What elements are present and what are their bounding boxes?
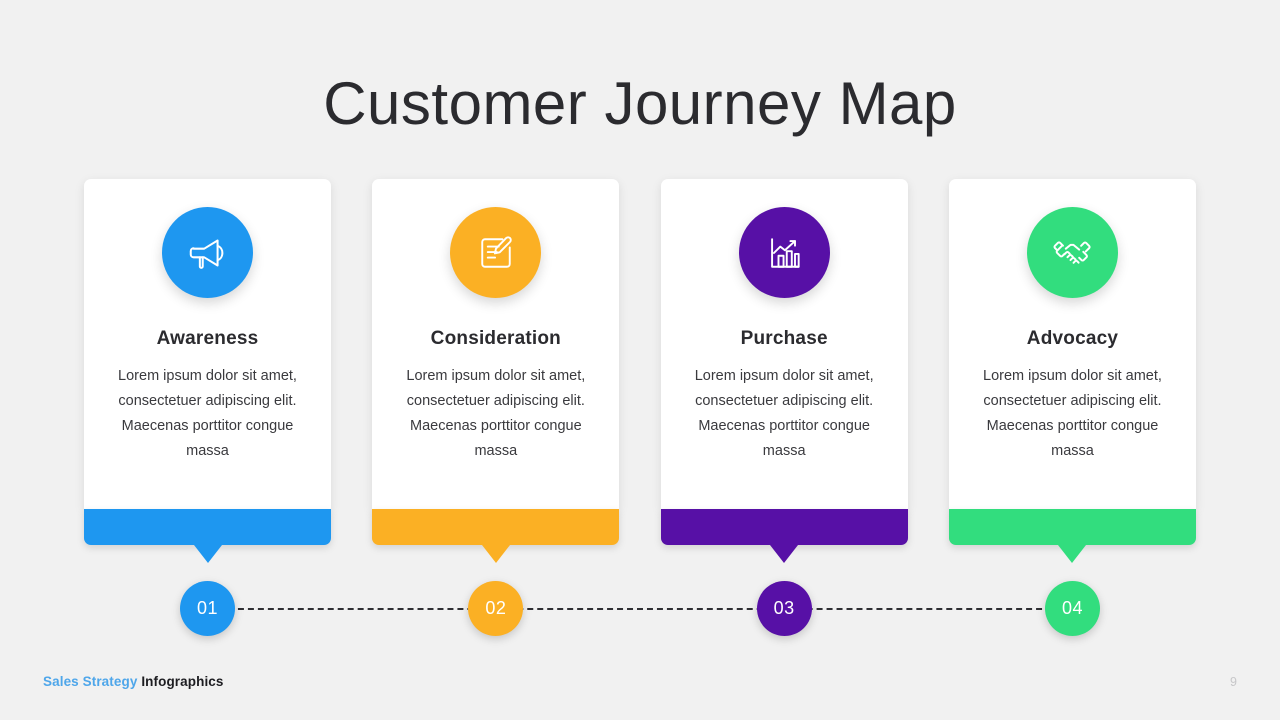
- card-panel: Consideration Lorem ipsum dolor sit amet…: [372, 179, 620, 509]
- stage-title: Consideration: [430, 328, 561, 349]
- stage-card-advocacy[interactable]: Advocacy Lorem ipsum dolor sit amet, con…: [948, 179, 1196, 563]
- stage-description: Lorem ipsum dolor sit amet, consectetuer…: [406, 368, 586, 459]
- stage-number-badge-04[interactable]: 04: [1044, 581, 1100, 636]
- slide-canvas: Customer Journey Map Awareness Lorem ips…: [0, 0, 1280, 720]
- journey-stage-cards: Awareness Lorem ipsum dolor sit amet, co…: [84, 179, 1196, 563]
- page-title: Customer Journey Map: [323, 70, 957, 137]
- stage-pointer: [481, 545, 510, 563]
- stage-icon-circle: [1026, 207, 1118, 298]
- stage-title: Purchase: [740, 328, 828, 349]
- stage-card-awareness[interactable]: Awareness Lorem ipsum dolor sit amet, co…: [84, 179, 331, 563]
- megaphone-icon: [185, 230, 231, 276]
- stage-description: Lorem ipsum dolor sit amet, consectetuer…: [694, 368, 874, 459]
- footer-brand-secondary: Infographics: [141, 674, 224, 689]
- stage-pointer: [770, 545, 799, 563]
- timeline-number-row: 01 02 03 04: [84, 581, 1196, 636]
- card-panel: Awareness Lorem ipsum dolor sit amet, co…: [84, 179, 331, 509]
- bar-chart-growth-icon: [762, 231, 806, 275]
- stage-color-bar: [660, 509, 908, 563]
- stage-color-bar: [372, 509, 620, 563]
- stage-title: Advocacy: [1026, 328, 1119, 349]
- card-panel: Purchase Lorem ipsum dolor sit amet, con…: [660, 179, 908, 509]
- footer-branding: Sales Strategy Infographics: [43, 674, 224, 689]
- handshake-icon: [1049, 230, 1095, 276]
- stage-pointer: [1058, 545, 1087, 563]
- stage-icon-circle: [738, 207, 830, 298]
- stage-icon-circle: [450, 207, 542, 298]
- stage-color-bar: [948, 509, 1196, 563]
- stage-number-badge-01[interactable]: 01: [180, 581, 235, 636]
- footer-brand-primary: Sales Strategy: [43, 674, 138, 689]
- stage-card-purchase[interactable]: Purchase Lorem ipsum dolor sit amet, con…: [660, 179, 908, 563]
- stage-card-consideration[interactable]: Consideration Lorem ipsum dolor sit amet…: [372, 179, 620, 563]
- timeline-slot: 01: [84, 581, 331, 636]
- stage-pointer: [193, 545, 222, 563]
- card-panel: Advocacy Lorem ipsum dolor sit amet, con…: [948, 179, 1196, 509]
- stage-title: Awareness: [156, 328, 259, 349]
- timeline-slot: 02: [372, 581, 619, 636]
- stage-icon-circle: [162, 207, 253, 298]
- stage-color-bar: [84, 509, 331, 563]
- stage-number-badge-02[interactable]: 02: [468, 581, 524, 636]
- page-number: 9: [1230, 675, 1237, 689]
- stage-description: Lorem ipsum dolor sit amet, consectetuer…: [118, 368, 297, 459]
- stage-number-badge-03[interactable]: 03: [756, 581, 812, 636]
- note-pencil-icon: [474, 231, 518, 275]
- stage-description: Lorem ipsum dolor sit amet, consectetuer…: [983, 368, 1162, 459]
- timeline-slot: 04: [949, 581, 1196, 636]
- stage-number-timeline: 01 02 03 04: [84, 581, 1196, 637]
- timeline-slot: 03: [661, 581, 908, 636]
